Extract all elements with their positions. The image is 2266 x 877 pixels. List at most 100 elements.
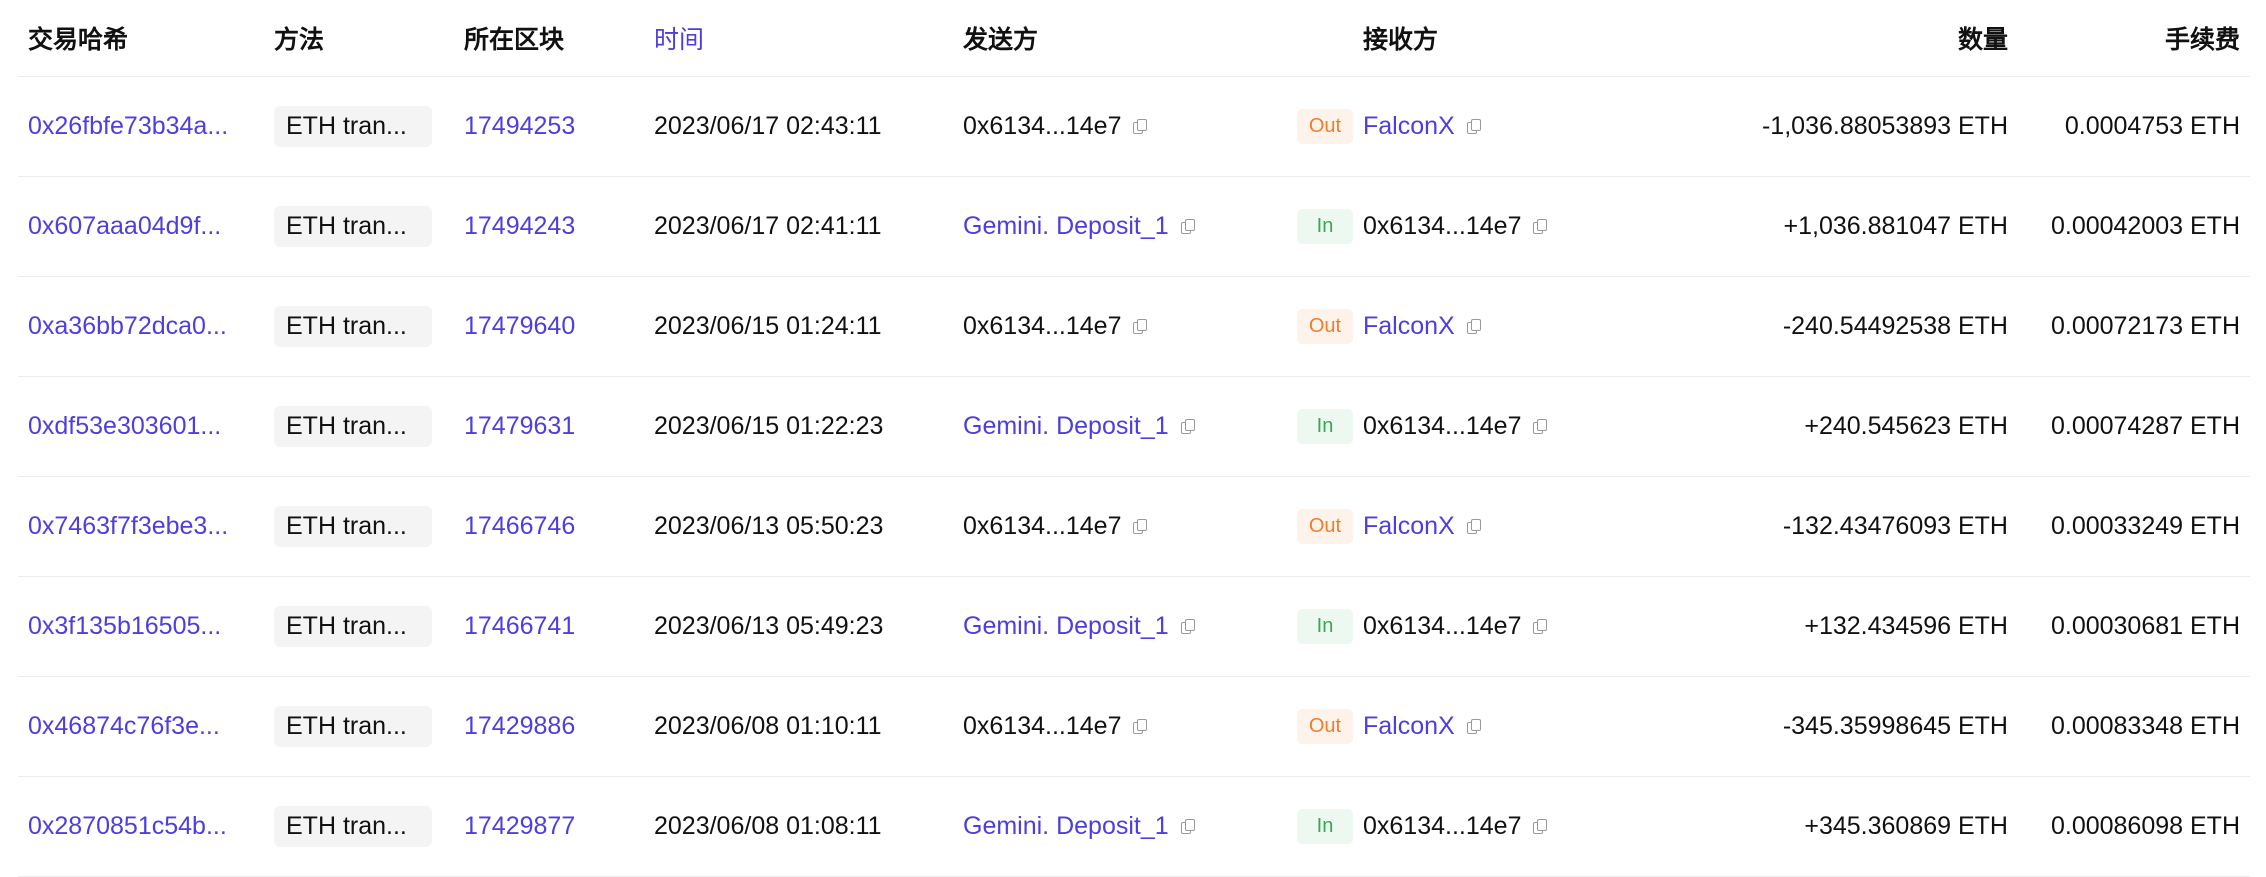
copy-icon[interactable] — [1466, 318, 1481, 334]
copy-icon[interactable] — [1466, 718, 1481, 734]
direction-badge: In — [1297, 408, 1353, 444]
block-link[interactable]: 17429886 — [464, 712, 575, 741]
to-address[interactable]: FalconX — [1363, 312, 1455, 341]
transactions-table: 交易哈希 方法 所在区块 时间 发送方 接收方 数量 手续费 0x26fbfe7… — [0, 0, 2266, 877]
tx-hash-link[interactable]: 0x7463f7f3ebe3... — [28, 512, 228, 541]
to-address[interactable]: FalconX — [1363, 112, 1455, 141]
tx-amount: -132.43476093 ETH — [1782, 511, 2008, 540]
from-address[interactable]: Gemini. Deposit_1 — [963, 612, 1169, 641]
tx-amount: -240.54492538 ETH — [1782, 311, 2008, 340]
column-header-fee: 手续费 — [2164, 26, 2240, 54]
table-row: 0x46874c76f3e... ETH tran... 17429886 2023/… — [18, 676, 2250, 777]
table-row: 0x2870851c54b... ETH tran... 17429877 2023/… — [18, 776, 2250, 877]
block-link[interactable]: 17494243 — [464, 212, 575, 241]
copy-icon[interactable] — [1533, 618, 1548, 634]
tx-fee: 0.00074287 ETH — [2050, 411, 2240, 440]
copy-icon[interactable] — [1533, 218, 1548, 234]
direction-badge: Out — [1297, 108, 1353, 144]
tx-time: 2023/06/08 01:10:11 — [654, 711, 882, 740]
from-address: 0x6134...14e7 — [963, 111, 1122, 140]
block-link[interactable]: 17466741 — [464, 612, 575, 641]
method-badge: ETH tran... — [274, 705, 432, 747]
tx-fee: 0.0004753 ETH — [2064, 111, 2240, 140]
block-link[interactable]: 17479631 — [464, 412, 575, 441]
copy-icon[interactable] — [1466, 118, 1481, 134]
column-header-method: 方法 — [274, 26, 325, 54]
method-badge: ETH tran... — [274, 505, 432, 547]
tx-fee: 0.00030681 ETH — [2050, 611, 2240, 640]
tx-time: 2023/06/15 01:24:11 — [654, 311, 882, 340]
to-address: 0x6134...14e7 — [1363, 411, 1522, 440]
copy-icon[interactable] — [1466, 518, 1481, 534]
method-badge: ETH tran... — [274, 105, 432, 147]
table-row: 0xdf53e303601... ETH tran... 17479631 2023/… — [18, 376, 2250, 477]
copy-icon[interactable] — [1133, 118, 1148, 134]
method-badge: ETH tran... — [274, 305, 432, 347]
to-address: 0x6134...14e7 — [1363, 211, 1522, 240]
tx-amount: +240.545623 ETH — [1804, 411, 2008, 440]
column-header-block: 所在区块 — [464, 26, 565, 54]
from-address: 0x6134...14e7 — [963, 511, 1122, 540]
copy-icon[interactable] — [1133, 518, 1148, 534]
from-address[interactable]: Gemini. Deposit_1 — [963, 412, 1169, 441]
table-row: 0x3f135b16505... ETH tran... 17466741 2023/… — [18, 576, 2250, 677]
from-address: 0x6134...14e7 — [963, 711, 1122, 740]
to-address[interactable]: FalconX — [1363, 712, 1455, 741]
from-address[interactable]: Gemini. Deposit_1 — [963, 812, 1169, 841]
tx-hash-link[interactable]: 0x26fbfe73b34a... — [28, 112, 228, 141]
copy-icon[interactable] — [1180, 418, 1195, 434]
column-header-amount: 数量 — [1957, 26, 2008, 54]
direction-badge: Out — [1297, 308, 1353, 344]
copy-icon[interactable] — [1180, 618, 1195, 634]
tx-hash-link[interactable]: 0xdf53e303601... — [28, 412, 221, 441]
copy-icon[interactable] — [1180, 218, 1195, 234]
method-badge: ETH tran... — [274, 805, 432, 847]
block-link[interactable]: 17429877 — [464, 812, 575, 841]
copy-icon[interactable] — [1533, 818, 1548, 834]
tx-time: 2023/06/08 01:08:11 — [654, 811, 882, 840]
direction-badge: Out — [1297, 708, 1353, 744]
tx-time: 2023/06/15 01:22:23 — [654, 411, 884, 440]
direction-badge: In — [1297, 808, 1353, 844]
tx-hash-link[interactable]: 0x3f135b16505... — [28, 612, 221, 641]
tx-amount: -345.35998645 ETH — [1782, 711, 2008, 740]
column-header-hash: 交易哈希 — [28, 26, 129, 54]
tx-time: 2023/06/17 02:43:11 — [654, 111, 882, 140]
tx-amount: -1,036.88053893 ETH — [1761, 111, 2008, 140]
block-link[interactable]: 17479640 — [464, 312, 575, 341]
tx-hash-link[interactable]: 0xa36bb72dca0... — [28, 312, 227, 341]
tx-hash-link[interactable]: 0x607aaa04d9f... — [28, 212, 221, 241]
tx-fee: 0.00072173 ETH — [2050, 311, 2240, 340]
column-header-to: 接收方 — [1363, 26, 1439, 54]
table-row: 0x7463f7f3ebe3... ETH tran... 17466746 2023… — [18, 476, 2250, 577]
block-link[interactable]: 17466746 — [464, 512, 575, 541]
copy-icon[interactable] — [1133, 318, 1148, 334]
tx-fee: 0.00033249 ETH — [2050, 511, 2240, 540]
from-address[interactable]: Gemini. Deposit_1 — [963, 212, 1169, 241]
copy-icon[interactable] — [1133, 718, 1148, 734]
tx-amount: +345.360869 ETH — [1804, 811, 2008, 840]
direction-badge: Out — [1297, 508, 1353, 544]
from-address: 0x6134...14e7 — [963, 311, 1122, 340]
method-badge: ETH tran... — [274, 605, 432, 647]
direction-badge: In — [1297, 608, 1353, 644]
table-row: 0x607aaa04d9f... ETH tran... 17494243 2023/… — [18, 176, 2250, 277]
tx-fee: 0.00083348 ETH — [2050, 711, 2240, 740]
tx-time: 2023/06/13 05:49:23 — [654, 611, 884, 640]
column-header-from: 发送方 — [963, 26, 1039, 54]
block-link[interactable]: 17494253 — [464, 112, 575, 141]
tx-hash-link[interactable]: 0x2870851c54b... — [28, 812, 227, 841]
table-row: 0x26fbfe73b34a... ETH tran... 17494253 2023… — [18, 76, 2250, 177]
to-address: 0x6134...14e7 — [1363, 811, 1522, 840]
table-row: 0xa36bb72dca0... ETH tran... 17479640 2023/… — [18, 276, 2250, 377]
copy-icon[interactable] — [1180, 818, 1195, 834]
tx-time: 2023/06/17 02:41:11 — [654, 211, 882, 240]
to-address[interactable]: FalconX — [1363, 512, 1455, 541]
method-badge: ETH tran... — [274, 405, 432, 447]
tx-hash-link[interactable]: 0x46874c76f3e... — [28, 712, 220, 741]
tx-amount: +132.434596 ETH — [1804, 611, 2008, 640]
copy-icon[interactable] — [1533, 418, 1548, 434]
table-header: 交易哈希 方法 所在区块 时间 发送方 接收方 数量 手续费 — [18, 0, 2250, 77]
tx-amount: +1,036.881047 ETH — [1783, 211, 2008, 240]
column-header-time[interactable]: 时间 — [654, 0, 944, 76]
